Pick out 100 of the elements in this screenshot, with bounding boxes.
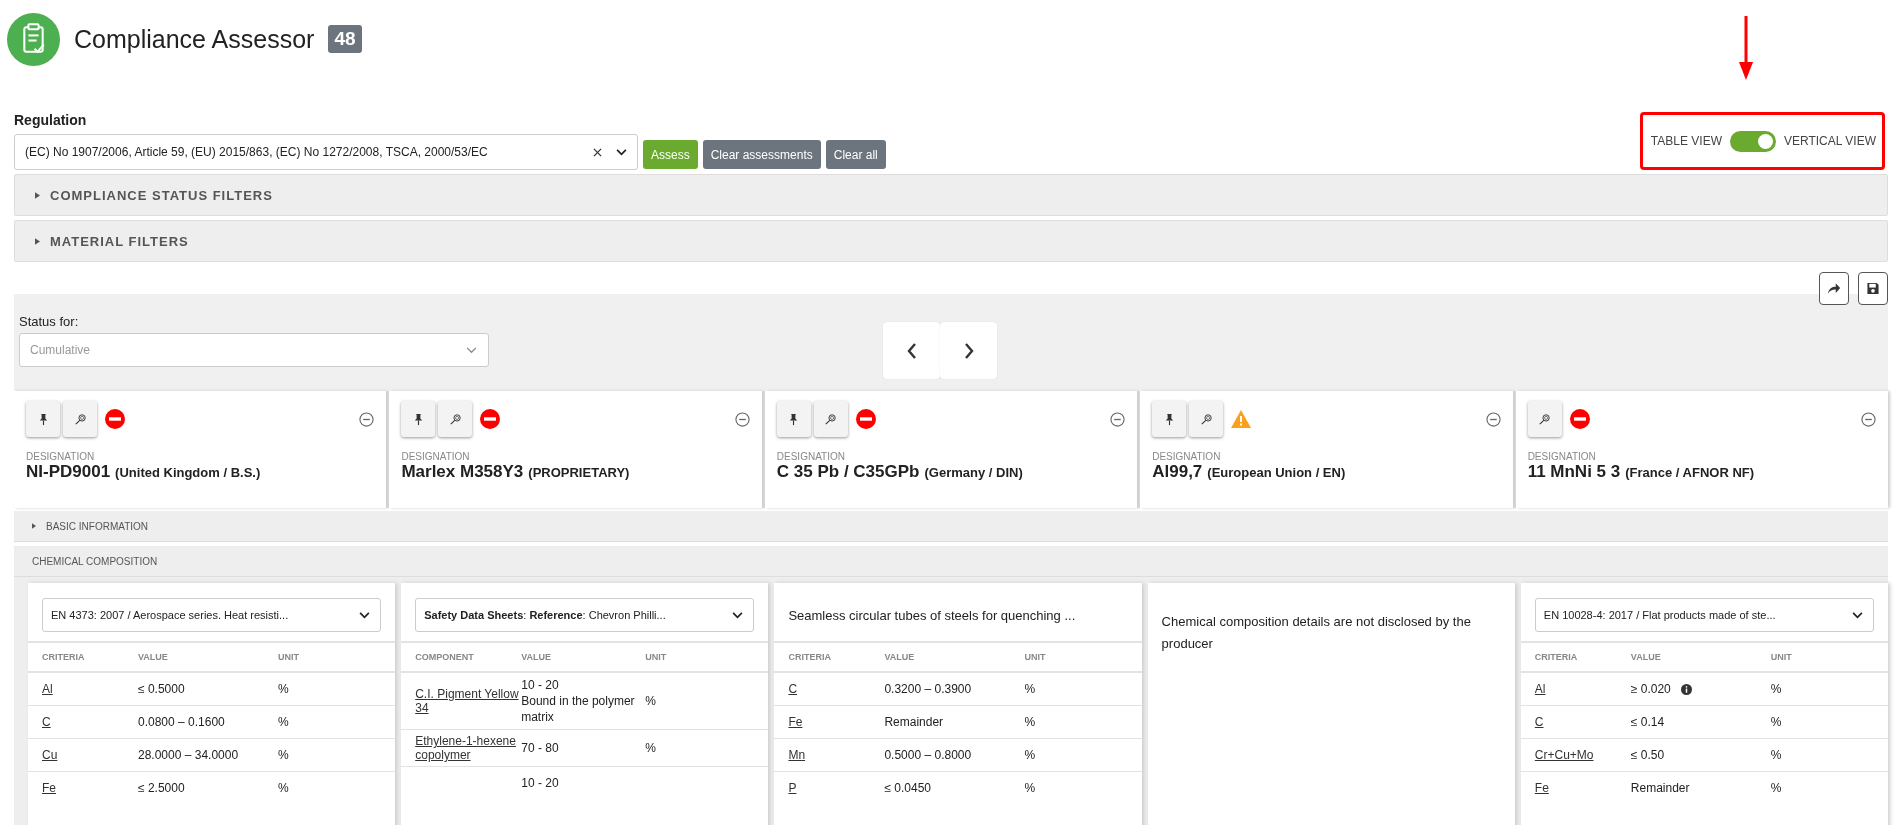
element-link[interactable]: Mn	[788, 748, 885, 762]
caret-icon	[35, 237, 40, 245]
table-cell-text: 10 - 20 Bound in the polymer matrix	[521, 677, 636, 725]
column-header: VALUE	[884, 651, 916, 664]
table-cell: %	[1024, 781, 1036, 795]
table-cell: ≤ 0.5000	[138, 681, 185, 697]
table-cell: %	[278, 682, 289, 696]
table-cell: %	[278, 781, 289, 795]
save-icon	[1866, 282, 1880, 295]
view-toggle[interactable]	[1729, 130, 1776, 152]
designation-label: DESIGNATION	[401, 451, 471, 462]
info-icon[interactable]	[1680, 683, 1692, 695]
zoom-button[interactable]	[1527, 401, 1562, 437]
pin-button[interactable]	[776, 401, 811, 437]
remove-icon[interactable]	[1861, 411, 1877, 427]
source-select[interactable]: Safety Data Sheets: Reference: Chevron Philli...	[415, 598, 755, 632]
material-origin: (PROPRIETARY)	[528, 465, 630, 480]
table-cell: ≤ 2.5000	[138, 780, 185, 796]
table-cell: 0.5000 – 0.8000	[884, 747, 972, 763]
element-link[interactable]: Al	[42, 682, 138, 696]
chevron-down-icon	[732, 611, 744, 619]
table-cell: 28.0000 – 34.0000	[138, 747, 239, 763]
element-link[interactable]: Cr+Cu+Mo	[1534, 748, 1631, 762]
pin-button[interactable]	[1152, 401, 1187, 437]
pin-button[interactable]	[26, 401, 60, 437]
zoom-button[interactable]	[63, 401, 97, 437]
filter-section-header[interactable]: MATERIAL FILTERS	[14, 220, 1888, 262]
element-link[interactable]: Cu	[42, 748, 138, 762]
table-cell: 0.0800 – 0.1600	[138, 714, 225, 730]
element-link[interactable]: C	[42, 715, 138, 729]
magnifier-icon	[1539, 412, 1551, 426]
remove-icon[interactable]	[359, 411, 375, 427]
chevron-down-icon[interactable]	[616, 148, 627, 156]
status-select[interactable]: Cumulative	[19, 333, 489, 367]
table-cell: %	[1770, 781, 1782, 795]
source-title: Seamless circular tubes of steels for quenching ...	[788, 607, 1076, 623]
element-link[interactable]: Al	[1534, 682, 1631, 696]
table-cell: ≤ 0.14	[1630, 714, 1665, 730]
remove-icon[interactable]	[1110, 411, 1126, 427]
table-cell: ≤ 0.0450	[884, 780, 932, 796]
element-link[interactable]: Ethylene-1-hexene copolymer	[415, 734, 522, 762]
designation-label: DESIGNATION	[1527, 451, 1597, 462]
table-cell: ≤ 0.50	[1630, 747, 1665, 763]
material-name: NI-PD9001	[26, 462, 111, 482]
note-text: Chemical composition details are not disclosed by the producer	[1160, 613, 1472, 653]
column-header: COMPONENT	[414, 651, 475, 664]
chevron-down-icon	[359, 611, 371, 619]
clear-icon[interactable]	[593, 147, 602, 157]
column-header: CRITERIA	[41, 651, 86, 664]
element-link[interactable]: Fe	[42, 781, 138, 795]
table-cell: %	[1770, 715, 1782, 729]
magnifier-icon	[449, 412, 461, 426]
element-link[interactable]: C	[788, 682, 885, 696]
designation-label: DESIGNATION	[776, 451, 846, 462]
column-header: CRITERIA	[787, 651, 832, 664]
column-header: VALUE	[521, 651, 553, 664]
remove-icon[interactable]	[734, 411, 750, 427]
chevron-left-icon	[906, 342, 917, 359]
field-label: Regulation	[14, 112, 88, 128]
element-link[interactable]: C	[1534, 715, 1631, 729]
column-header: VALUE	[138, 651, 169, 664]
field-label: Status for:	[19, 314, 80, 329]
column-header: VALUE	[1630, 651, 1662, 664]
remove-icon[interactable]	[1485, 411, 1501, 427]
action-button[interactable]: Clear assessments	[702, 140, 821, 169]
source-select[interactable]: EN 10028-4: 2017 / Flat products made of ste...	[1534, 598, 1874, 632]
toggle-label: TABLE VIEW	[1650, 134, 1722, 148]
magnifier-icon	[1200, 412, 1212, 426]
zoom-button[interactable]	[438, 401, 473, 437]
element-link[interactable]: Fe	[1534, 781, 1631, 795]
share-button[interactable]	[1819, 272, 1849, 305]
magnifier-icon	[825, 412, 837, 426]
magnifier-icon	[74, 412, 86, 426]
section-header[interactable]: CHEMICAL COMPOSITION	[14, 546, 1888, 577]
designation-label: DESIGNATION	[1152, 451, 1222, 462]
material-name: 11 MnNi 5 3	[1527, 462, 1621, 482]
zoom-button[interactable]	[813, 401, 848, 437]
regulation-select[interactable]: (EC) No 1907/2006, Article 59, (EU) 2015/863, (EC) No 1272/2008, TSCA, 2000/53/EC	[14, 134, 638, 170]
action-button[interactable]: Clear all	[825, 140, 886, 169]
filter-section-header[interactable]: COMPLIANCE STATUS FILTERS	[14, 174, 1888, 216]
pin-button[interactable]	[401, 401, 436, 437]
caret-icon	[35, 191, 40, 199]
element-link[interactable]: C.I. Pigment Yellow 34	[415, 687, 522, 715]
save-button[interactable]	[1858, 272, 1888, 305]
source-select[interactable]: EN 4373: 2007 / Aerospace series. Heat resisti...	[42, 598, 382, 632]
table-cell: 70 - 80	[521, 740, 559, 756]
clipboard-check-icon	[7, 12, 60, 66]
column-header: UNIT	[1770, 651, 1793, 664]
element-link[interactable]: Fe	[788, 715, 885, 729]
column-header: UNIT	[1024, 651, 1047, 664]
element-link[interactable]: P	[788, 781, 885, 795]
designation-label: DESIGNATION	[26, 451, 96, 462]
zoom-button[interactable]	[1189, 401, 1224, 437]
table-cell: %	[1770, 682, 1782, 696]
material-origin: (United Kingdom / B.S.)	[115, 465, 261, 480]
table-cell: %	[1024, 682, 1036, 696]
material-name: Al99,7	[1152, 462, 1203, 482]
section-header[interactable]: BASIC INFORMATION	[14, 511, 1888, 542]
table-cell: ≥ 0.020	[1630, 681, 1671, 697]
column-header: CRITERIA	[1533, 651, 1579, 664]
